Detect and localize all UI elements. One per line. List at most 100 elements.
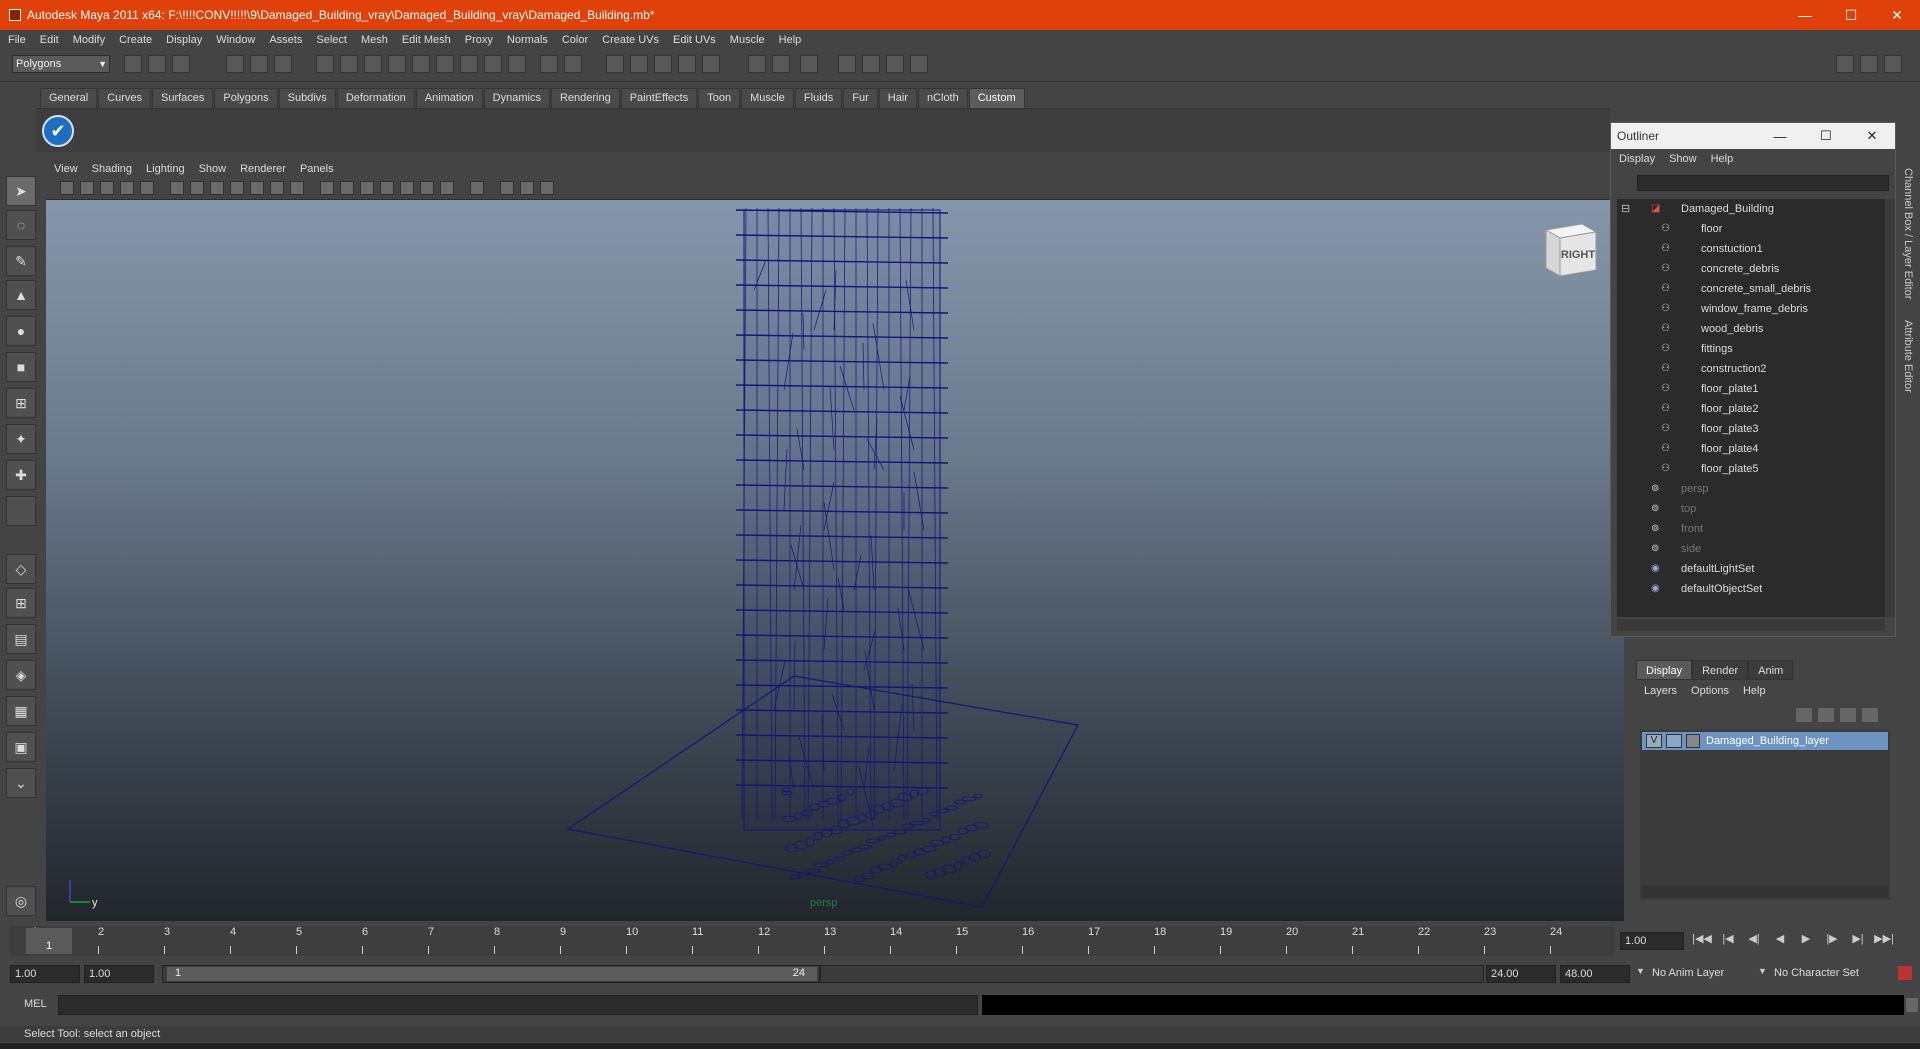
render-settings-icon[interactable] [910,55,928,73]
layer-menu-layers[interactable]: Layers [1644,685,1677,697]
step-forward-key-icon[interactable]: |▶ [1822,932,1842,948]
playback-end-field[interactable]: 24.00 [1486,965,1556,983]
menu-assets[interactable]: Assets [269,34,302,46]
save-scene-icon[interactable] [172,55,190,73]
outliner-row-root[interactable]: ⊟ ◪ Damaged_Building [1617,199,1885,219]
menu-file[interactable]: File [8,34,26,46]
select-rendering-icon[interactable] [484,55,502,73]
shelf-tab-ncloth[interactable]: nCloth [917,88,968,108]
wireframe-on-shaded-icon[interactable] [360,181,374,195]
xray-icon[interactable] [500,181,514,195]
maximize-button[interactable]: ☐ [1828,0,1874,30]
minimize-button[interactable]: — [1782,0,1828,30]
outliner-row-floor-plate1[interactable]: ⚇ floor_plate1 [1617,379,1885,399]
outliner-row-construction2[interactable]: ⚇ construction2 [1617,359,1885,379]
grid-icon[interactable] [170,181,184,195]
menu-create-uvs[interactable]: Create UVs [602,34,659,46]
snap-grid-icon[interactable] [606,55,624,73]
chevron-down-icon[interactable]: ▼ [1636,966,1645,976]
layer-menu-help[interactable]: Help [1743,685,1766,697]
layer-tab-render[interactable]: Render [1692,660,1749,680]
menu-help[interactable]: Help [779,34,802,46]
toggle-channel-box-icon[interactable] [1884,55,1902,73]
panel-menu-renderer[interactable]: Renderer [240,163,286,175]
character-set-dropdown[interactable]: No Character Set [1770,965,1890,983]
shelf-tab-toon[interactable]: Toon [698,88,741,108]
select-by-hierarchy-icon[interactable] [226,55,244,73]
shelf-tab-fluids[interactable]: Fluids [794,88,843,108]
single-perspective-layout-icon[interactable]: ◇ [6,554,36,584]
close-button[interactable]: ✕ [1874,0,1920,30]
scale-tool-icon[interactable]: ■ [6,352,36,382]
show-manipulator-icon[interactable]: ✚ [6,460,36,490]
menu-color[interactable]: Color [562,34,588,46]
panel-menu-view[interactable]: View [54,163,78,175]
field-chart-icon[interactable] [250,181,264,195]
layer-tab-anim[interactable]: Anim [1748,660,1794,680]
perspective-viewport[interactable]: RIGHT y persp [46,200,1624,921]
outliner-row-constuction1[interactable]: ⚇ constuction1 [1617,239,1885,259]
outliner-maximize-button[interactable]: ☐ [1803,128,1849,144]
shelf-tab-muscle[interactable]: Muscle [741,88,794,108]
shelf-tab-surfaces[interactable]: Surfaces [151,88,214,108]
play-forwards-icon[interactable]: ▶ [1796,932,1816,948]
select-surfaces-icon[interactable] [412,55,430,73]
shadows-icon[interactable] [420,181,434,195]
menu-proxy[interactable]: Proxy [465,34,493,46]
toggle-tool-settings-icon[interactable] [1860,55,1878,73]
lock-selection-icon[interactable] [540,55,558,73]
uv-editor-layout-icon[interactable]: ▣ [6,732,36,762]
ipr-render-icon[interactable] [886,55,904,73]
play-backwards-icon[interactable]: ◀ [1770,932,1790,948]
mel-label[interactable]: MEL [24,998,47,1010]
menu-set-dropdown[interactable]: Polygons ▼ [12,55,110,73]
go-to-start-icon[interactable]: |◀◀ [1692,932,1712,948]
select-dynamics-icon[interactable] [460,55,478,73]
make-live-icon[interactable] [702,55,720,73]
film-gate-icon[interactable] [190,181,204,195]
checkmark-shelf-icon[interactable]: ✔ [42,115,74,147]
last-tool-icon[interactable] [6,496,36,526]
output-history-icon[interactable] [772,55,790,73]
select-deformations-icon[interactable] [436,55,454,73]
layout-options-icon[interactable]: ⌄ [6,768,36,798]
safe-title-icon[interactable] [290,181,304,195]
resolution-gate-icon[interactable] [210,181,224,195]
move-tool-icon[interactable]: ▲ [6,280,36,310]
view-cube[interactable]: RIGHT [1538,216,1602,280]
render-frame-icon[interactable] [862,55,880,73]
outliner-minimize-button[interactable]: — [1757,129,1803,144]
current-time-field[interactable]: 1.00 [1620,932,1684,950]
auto-key-icon[interactable] [1898,966,1912,980]
outliner-row-floor-plate5[interactable]: ⚇ floor_plate5 [1617,459,1885,479]
shelf-tab-rendering[interactable]: Rendering [550,88,620,108]
menu-select[interactable]: Select [316,34,347,46]
menu-edit-mesh[interactable]: Edit Mesh [402,34,451,46]
new-scene-icon[interactable] [124,55,142,73]
four-view-layout-icon[interactable]: ⊞ [6,588,36,618]
menu-edit-uvs[interactable]: Edit UVs [673,34,716,46]
step-back-frame-icon[interactable]: |◀ [1718,932,1738,948]
layer-list-scrollbar[interactable] [1642,886,1888,898]
menu-normals[interactable]: Normals [507,34,548,46]
mel-input[interactable] [58,995,978,1015]
layer-tab-display[interactable]: Display [1636,660,1693,680]
shelf-tab-deformation[interactable]: Deformation [336,88,415,108]
end-time-field[interactable]: 48.00 [1560,965,1630,983]
outliner-row-floor-plate2[interactable]: ⚇ floor_plate2 [1617,399,1885,419]
new-layer-from-selection-icon[interactable] [1862,708,1878,722]
mask-icon[interactable] [316,55,334,73]
layer-color-swatch[interactable] [1686,734,1700,748]
layer-row[interactable]: V Damaged_Building_layer [1642,732,1888,750]
range-slider-handle[interactable]: 1 24 [167,967,817,981]
select-by-component-icon[interactable] [274,55,292,73]
smooth-shade-icon[interactable] [340,181,354,195]
playback-start-field[interactable]: 1.00 [84,965,154,983]
xray-components-icon[interactable] [540,181,554,195]
layer-display-type-toggle[interactable] [1666,734,1682,748]
bookmark-icon[interactable] [100,181,114,195]
outliner-vertical-scrollbar[interactable] [1885,199,1895,617]
shelf-tab-subdivs[interactable]: Subdivs [278,88,336,108]
script-editor-icon[interactable]: ◎ [6,886,36,916]
select-curves-icon[interactable] [388,55,406,73]
